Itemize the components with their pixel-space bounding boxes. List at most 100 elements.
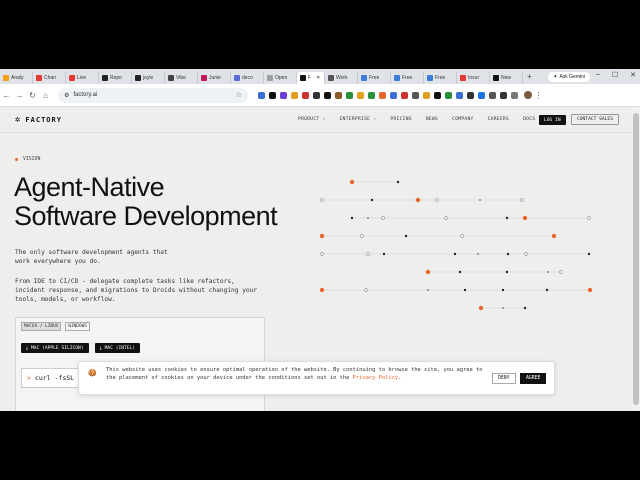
- graph-node: [479, 199, 481, 201]
- contact-sales-button[interactable]: CONTACT SALES: [571, 114, 619, 125]
- browser-tab[interactable]: Analy: [0, 71, 33, 84]
- back-icon[interactable]: ←: [0, 91, 13, 100]
- browser-tab[interactable]: Chan: [33, 71, 66, 84]
- extension-icon[interactable]: [467, 91, 474, 99]
- graph-node: [463, 288, 467, 292]
- browser-tab[interactable]: Vibe: [165, 71, 198, 84]
- browser-tab[interactable]: New: [490, 71, 523, 84]
- graph-node: [444, 216, 448, 220]
- graph-node: [587, 252, 591, 256]
- download-intel-button[interactable]: ⤓ MAC (INTEL): [94, 343, 141, 353]
- tab-favicon-icon: [201, 74, 207, 81]
- extension-icon[interactable]: [489, 91, 496, 99]
- logo-text: FACTORY: [25, 116, 62, 124]
- menu-icon[interactable]: ⋮: [532, 91, 545, 100]
- tab-favicon-icon: [394, 74, 400, 81]
- tab-close-icon[interactable]: ✕: [316, 75, 320, 81]
- browser-tab[interactable]: Free: [391, 71, 424, 84]
- download-icon: ⤓: [26, 346, 29, 351]
- extension-icon[interactable]: [412, 91, 419, 99]
- extension-icon[interactable]: [346, 91, 353, 99]
- tab-label: Vibe: [176, 74, 186, 81]
- extension-icon[interactable]: [511, 91, 518, 99]
- page-content: ✲ FACTORY PRODUCT › ENTERPRISE › PRICING…: [0, 107, 632, 411]
- browser-tab[interactable]: Junie: [198, 71, 231, 84]
- extension-icon[interactable]: [258, 91, 265, 99]
- extension-icon[interactable]: [280, 91, 287, 99]
- nav-product[interactable]: PRODUCT ›: [298, 117, 326, 122]
- extension-icon[interactable]: [379, 91, 386, 99]
- browser-tab[interactable]: Insur: [457, 71, 490, 84]
- download-icon: ⤓: [99, 346, 102, 351]
- graph-node: [425, 269, 431, 275]
- command-text: curl -fsSL h: [34, 374, 82, 382]
- extension-icon[interactable]: [302, 91, 309, 99]
- new-tab-button[interactable]: +: [523, 72, 536, 81]
- extension-icon[interactable]: [368, 91, 375, 99]
- browser-tab[interactable]: F ✕: [297, 71, 325, 84]
- nav-docs[interactable]: DOCS: [523, 117, 535, 122]
- privacy-policy-link[interactable]: Privacy Policy: [353, 375, 398, 381]
- scrollbar-thumb[interactable]: [633, 113, 639, 405]
- forward-icon[interactable]: →: [13, 91, 26, 100]
- url-input[interactable]: ⚙ factory.ai ☆: [58, 87, 248, 103]
- graph-node: [415, 197, 421, 203]
- browser-tab[interactable]: deco: [231, 71, 264, 84]
- minimize-icon[interactable]: –: [596, 71, 600, 79]
- home-icon[interactable]: ⌂: [39, 91, 52, 100]
- graph-node: [350, 216, 354, 220]
- tab-favicon-icon: [300, 74, 306, 81]
- nav-enterprise[interactable]: ENTERPRISE ›: [340, 117, 377, 122]
- graph-node: [545, 288, 549, 292]
- nav-news[interactable]: NEWS: [426, 117, 438, 122]
- browser-tab[interactable]: joyle: [132, 71, 165, 84]
- extension-icon[interactable]: [291, 91, 298, 99]
- hero-description: From IDE to CI/CD - delegate complete ta…: [15, 278, 258, 303]
- agree-button[interactable]: AGREE: [520, 373, 547, 384]
- deny-button[interactable]: DENY: [492, 373, 516, 384]
- close-icon[interactable]: ✕: [630, 71, 636, 79]
- bookmark-star-icon[interactable]: ☆: [236, 91, 242, 99]
- maximize-icon[interactable]: ☐: [612, 71, 618, 79]
- browser-tab[interactable]: Free: [358, 71, 391, 84]
- graph-node: [370, 198, 374, 202]
- extension-icon[interactable]: [357, 91, 364, 99]
- nav-pricing[interactable]: PRICING: [390, 117, 411, 122]
- profile-avatar[interactable]: [524, 91, 532, 99]
- browser-tab[interactable]: Free: [424, 71, 457, 84]
- extension-icon[interactable]: [434, 91, 441, 99]
- tab-favicon-icon: [267, 74, 273, 81]
- extension-icon[interactable]: [445, 91, 452, 99]
- cookie-banner: 🍪 This website uses cookies to ensure op…: [78, 361, 555, 395]
- tab-favicon-icon: [168, 74, 174, 81]
- ask-gemini-button[interactable]: ✦ Ask Gemini: [548, 71, 590, 82]
- extension-icon[interactable]: [478, 91, 485, 99]
- reload-icon[interactable]: ↻: [26, 91, 39, 100]
- browser-tab[interactable]: Open: [264, 71, 297, 84]
- extension-icon[interactable]: [269, 91, 276, 99]
- extension-icon[interactable]: [500, 91, 507, 99]
- factory-logo[interactable]: ✲ FACTORY: [15, 115, 62, 125]
- graph-node: [366, 252, 370, 256]
- browser-tab[interactable]: Repo: [99, 71, 132, 84]
- extension-icon[interactable]: [456, 91, 463, 99]
- login-button[interactable]: LOG IN: [539, 115, 566, 125]
- nav-careers[interactable]: CAREERS: [488, 117, 509, 122]
- graph-node: [523, 306, 527, 310]
- extension-icon[interactable]: [324, 91, 331, 99]
- browser-tab[interactable]: Work: [325, 71, 358, 84]
- extension-icon[interactable]: [313, 91, 320, 99]
- tab-windows[interactable]: WINDOWS: [65, 322, 90, 331]
- extension-icon[interactable]: [335, 91, 342, 99]
- graph-node: [551, 233, 557, 239]
- extension-icon[interactable]: [390, 91, 397, 99]
- extension-icon[interactable]: [423, 91, 430, 99]
- graph-node: [382, 252, 386, 256]
- site-info-icon[interactable]: ⚙: [64, 92, 69, 99]
- graph-node: [364, 288, 368, 292]
- extension-icon[interactable]: [401, 91, 408, 99]
- tab-macos-linux[interactable]: MACOS / LINUX: [21, 322, 62, 331]
- download-apple-silicon-button[interactable]: ⤓ MAC (APPLE SILICON): [21, 343, 89, 353]
- browser-tab[interactable]: Live: [66, 71, 99, 84]
- nav-company[interactable]: COMPANY: [452, 117, 473, 122]
